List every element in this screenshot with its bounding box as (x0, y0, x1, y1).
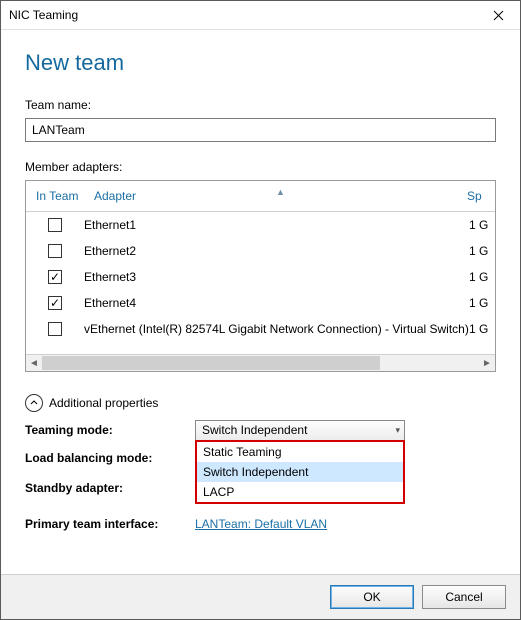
scroll-right-icon[interactable]: ► (479, 355, 495, 371)
adapter-speed: 1 G (469, 218, 495, 232)
column-header-speed[interactable]: Sp (467, 189, 495, 203)
in-team-checkbox[interactable] (48, 244, 62, 258)
primary-interface-label: Primary team interface: (25, 517, 195, 531)
table-row[interactable]: Ethernet21 G (26, 238, 495, 264)
chevron-down-icon: ▾ (395, 425, 400, 436)
adapter-speed: 1 G (469, 296, 495, 310)
horizontal-scrollbar[interactable]: ◄ ► (26, 354, 495, 371)
adapter-name: Ethernet3 (84, 270, 469, 284)
column-header-adapter-label: Adapter (94, 189, 136, 203)
dialog-footer: OK Cancel (1, 574, 520, 619)
table-row[interactable]: Ethernet11 G (26, 212, 495, 238)
chevron-up-icon (25, 394, 43, 412)
column-header-in-team[interactable]: In Team (26, 189, 94, 203)
member-adapters-label: Member adapters: (25, 160, 496, 174)
table-row[interactable]: ✓ Ethernet41 G (26, 290, 495, 316)
in-team-checkbox[interactable]: ✓ (48, 296, 62, 310)
teaming-mode-value: Switch Independent (202, 423, 307, 437)
in-team-checkbox[interactable] (48, 322, 62, 336)
window-title: NIC Teaming (9, 8, 78, 22)
table-row[interactable]: ✓ Ethernet31 G (26, 264, 495, 290)
sort-asc-icon: ▲ (276, 187, 285, 197)
load-balancing-label: Load balancing mode: (25, 451, 195, 465)
team-name-label: Team name: (25, 98, 496, 112)
in-team-checkbox[interactable]: ✓ (48, 270, 62, 284)
column-header-adapter[interactable]: Adapter ▲ (94, 189, 467, 203)
cancel-button[interactable]: Cancel (422, 585, 506, 609)
table-row[interactable]: vEthernet (Intel(R) 82574L Gigabit Netwo… (26, 316, 495, 342)
teaming-mode-combo[interactable]: Switch Independent ▾ (195, 420, 405, 441)
content-area: New team Team name: Member adapters: In … (1, 30, 520, 574)
adapters-grid: In Team Adapter ▲ Sp Ethernet11 GEtherne… (25, 180, 496, 372)
scroll-left-icon[interactable]: ◄ (26, 355, 42, 371)
adapter-name: vEthernet (Intel(R) 82574L Gigabit Netwo… (84, 322, 469, 336)
in-team-checkbox[interactable] (48, 218, 62, 232)
adapter-speed: 1 G (469, 244, 495, 258)
additional-properties: Additional properties Teaming mode: Swit… (25, 394, 496, 536)
adapter-speed: 1 G (469, 322, 495, 336)
teaming-mode-option[interactable]: Static Teaming (197, 442, 403, 462)
scroll-thumb[interactable] (42, 356, 380, 370)
page-title: New team (25, 50, 496, 76)
teaming-mode-dropdown: Static TeamingSwitch IndependentLACP (195, 440, 405, 504)
adapter-name: Ethernet2 (84, 244, 469, 258)
teaming-mode-option[interactable]: LACP (197, 482, 403, 502)
standby-adapter-label: Standby adapter: (25, 481, 195, 495)
adapter-speed: 1 G (469, 270, 495, 284)
team-name-input[interactable] (25, 118, 496, 142)
ok-button[interactable]: OK (330, 585, 414, 609)
adapter-name: Ethernet4 (84, 296, 469, 310)
teaming-mode-label: Teaming mode: (25, 423, 195, 437)
adapter-name: Ethernet1 (84, 218, 469, 232)
close-icon[interactable] (476, 1, 520, 29)
primary-interface-link[interactable]: LANTeam: Default VLAN (195, 517, 327, 531)
teaming-mode-option[interactable]: Switch Independent (197, 462, 403, 482)
additional-properties-label: Additional properties (49, 396, 158, 410)
adapters-grid-body: Ethernet11 GEthernet21 G✓Ethernet31 G✓Et… (26, 212, 495, 354)
nic-teaming-window: NIC Teaming New team Team name: Member a… (0, 0, 521, 620)
titlebar: NIC Teaming (1, 1, 520, 30)
adapters-grid-header: In Team Adapter ▲ Sp (26, 181, 495, 212)
additional-properties-header[interactable]: Additional properties (25, 394, 496, 412)
